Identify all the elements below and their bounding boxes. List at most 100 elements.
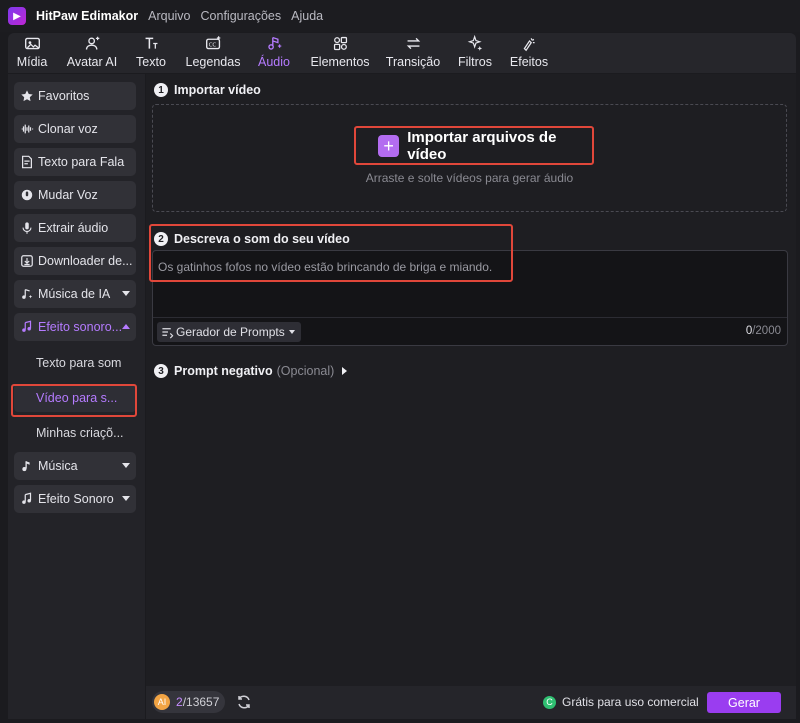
video-drop-zone[interactable]: + Importar arquivos de vídeo Arraste e s… bbox=[152, 104, 787, 212]
drop-hint: Arraste e solte vídeos para gerar áudio bbox=[365, 171, 574, 185]
sidebar-item-label: Mudar Voz bbox=[38, 188, 98, 202]
menu-ajuda[interactable]: Ajuda bbox=[289, 7, 325, 25]
app-logo-icon: ▶ bbox=[8, 7, 26, 25]
tool-media[interactable]: Mídia bbox=[14, 35, 50, 73]
main-panel: 1 Importar vídeo + Importar arquivos de … bbox=[146, 74, 796, 719]
generate-button[interactable]: Gerar bbox=[707, 692, 781, 713]
step2-number: 2 bbox=[154, 232, 168, 246]
sidebar-sub-texto-para-som[interactable]: Texto para som bbox=[14, 349, 136, 377]
sound-note-icon bbox=[22, 492, 32, 504]
sidebar-item-label: Favoritos bbox=[38, 89, 90, 103]
download-icon bbox=[21, 255, 33, 267]
refresh-icon[interactable] bbox=[236, 694, 252, 710]
sidebar-item-efeito-sonoro[interactable]: Efeito Sonoro bbox=[14, 485, 136, 513]
audio-sidebar: Favoritos Clonar voz Texto para Fala Mud… bbox=[8, 74, 145, 719]
tool-effects-label: Efeitos bbox=[509, 55, 549, 69]
negative-prompt-toggle[interactable]: 3 Prompt negativo (Opcional) bbox=[154, 364, 348, 378]
avatar-icon bbox=[85, 36, 99, 50]
sidebar-item-texto-para-fala[interactable]: Texto para Fala bbox=[14, 148, 136, 176]
char-counter: 0/2000 bbox=[746, 325, 781, 337]
sidebar-item-label: Clonar voz bbox=[38, 122, 98, 136]
sidebar-item-downloader[interactable]: Downloader de... bbox=[14, 247, 136, 275]
bottom-bar: AI 2/13657 C Grátis para uso comercial G… bbox=[146, 686, 796, 719]
sidebar-item-favoritos[interactable]: Favoritos bbox=[14, 82, 136, 110]
prompt-generator-dropdown[interactable]: Gerador de Prompts bbox=[157, 322, 301, 342]
prompt-list-icon bbox=[162, 327, 174, 338]
tool-avatar-ai[interactable]: Avatar AI bbox=[63, 35, 121, 73]
step1-label: Importar vídeo bbox=[174, 83, 261, 97]
expand-arrow-icon bbox=[342, 367, 348, 375]
sound-effect-icon bbox=[22, 320, 32, 332]
sidebar-item-efeito-sonoro-ia[interactable]: Efeito sonoro... bbox=[14, 313, 136, 341]
star-icon bbox=[21, 90, 33, 102]
menu-configuracoes[interactable]: Configurações bbox=[199, 7, 284, 25]
prompt-textarea[interactable]: Os gatinhos fofos no vídeo estão brincan… bbox=[152, 250, 788, 346]
char-limit: /2000 bbox=[752, 325, 781, 337]
tool-elements-label: Elementos bbox=[310, 55, 370, 69]
step3-optional: (Opcional) bbox=[276, 364, 335, 378]
tool-captions-label: Legendas bbox=[185, 55, 241, 69]
tool-media-label: Mídia bbox=[16, 55, 48, 69]
music-note-icon bbox=[22, 461, 30, 472]
audio-icon bbox=[267, 36, 281, 50]
sidebar-item-label: Efeito sonoro... bbox=[38, 320, 123, 334]
credits-badge[interactable]: AI 2/13657 bbox=[152, 691, 226, 713]
voice-changer-icon bbox=[21, 189, 33, 201]
prompt-generator-label: Gerador de Prompts bbox=[176, 325, 285, 339]
tool-audio[interactable]: Áudio bbox=[254, 35, 294, 73]
chevron-down-icon bbox=[122, 463, 130, 468]
sidebar-item-musica[interactable]: Música bbox=[14, 452, 136, 480]
step2-title: 2 Descreva o som do seu vídeo bbox=[154, 232, 350, 246]
chevron-down-icon bbox=[122, 291, 130, 296]
chevron-up-icon bbox=[122, 324, 130, 329]
tool-elements[interactable]: Elementos bbox=[308, 35, 372, 73]
captions-icon: CC bbox=[205, 36, 220, 50]
tool-transition[interactable]: Transição bbox=[383, 35, 443, 73]
tool-effects[interactable]: Efeitos bbox=[508, 35, 550, 73]
svg-text:CC: CC bbox=[208, 42, 216, 48]
text-icon bbox=[145, 37, 157, 49]
effects-icon bbox=[523, 38, 535, 52]
tool-audio-label: Áudio bbox=[258, 55, 290, 69]
step3-number: 3 bbox=[154, 364, 168, 378]
filters-icon bbox=[467, 35, 482, 51]
sidebar-item-label: Extrair áudio bbox=[38, 221, 109, 235]
tool-text[interactable]: Texto bbox=[132, 35, 170, 73]
sidebar-item-label: Efeito Sonoro bbox=[38, 492, 114, 506]
step3-label: Prompt negativo bbox=[174, 364, 273, 378]
sidebar-item-label: Música de IA bbox=[38, 287, 111, 301]
transition-icon bbox=[406, 37, 420, 50]
tool-captions[interactable]: CC Legendas bbox=[183, 35, 243, 73]
step1-title: 1 Importar vídeo bbox=[154, 83, 261, 97]
ai-music-icon bbox=[22, 289, 33, 299]
sidebar-sub-video-para-som[interactable]: Vídeo para s... bbox=[14, 384, 136, 412]
sidebar-item-extrair-audio[interactable]: Extrair áudio bbox=[14, 214, 136, 242]
import-video-button[interactable]: + Importar arquivos de vídeo bbox=[368, 127, 593, 165]
title-bar: ▶ HitPaw Edimakor Arquivo Configurações … bbox=[0, 0, 800, 32]
copyright-icon: C bbox=[543, 695, 556, 709]
sidebar-item-label: Downloader de... bbox=[38, 254, 133, 268]
menu-arquivo[interactable]: Arquivo bbox=[146, 7, 192, 25]
elements-icon bbox=[333, 36, 347, 51]
step2-label: Descreva o som do seu vídeo bbox=[174, 232, 350, 246]
sidebar-item-label: Texto para Fala bbox=[38, 155, 125, 169]
prompt-text[interactable]: Os gatinhos fofos no vídeo estão brincan… bbox=[158, 260, 492, 274]
coin-icon: AI bbox=[154, 694, 170, 710]
waveform-icon bbox=[21, 124, 34, 134]
tool-text-label: Texto bbox=[136, 55, 166, 69]
sidebar-item-mudar-voz[interactable]: Mudar Voz bbox=[14, 181, 136, 209]
credits-total: /13657 bbox=[182, 695, 220, 709]
sidebar-item-clonar-voz[interactable]: Clonar voz bbox=[14, 115, 136, 143]
credits-used: 2 bbox=[176, 695, 183, 709]
sidebar-sub-minhas-criacoes[interactable]: Minhas criaçõ... bbox=[14, 419, 136, 447]
sidebar-item-label: Música bbox=[38, 459, 78, 473]
app-name: HitPaw Edimakor bbox=[36, 9, 139, 23]
step1-number: 1 bbox=[154, 83, 168, 97]
tool-filters[interactable]: Filtros bbox=[455, 35, 495, 73]
main-toolbar: Mídia Avatar AI Texto CC Legendas Áudio … bbox=[8, 33, 796, 73]
commercial-use-text: Grátis para uso comercial bbox=[562, 695, 699, 709]
commercial-use-label: C Grátis para uso comercial bbox=[543, 695, 699, 709]
sidebar-item-musica-de-ia[interactable]: Música de IA bbox=[14, 280, 136, 308]
tool-transition-label: Transição bbox=[385, 55, 441, 69]
chevron-down-icon bbox=[122, 496, 130, 501]
